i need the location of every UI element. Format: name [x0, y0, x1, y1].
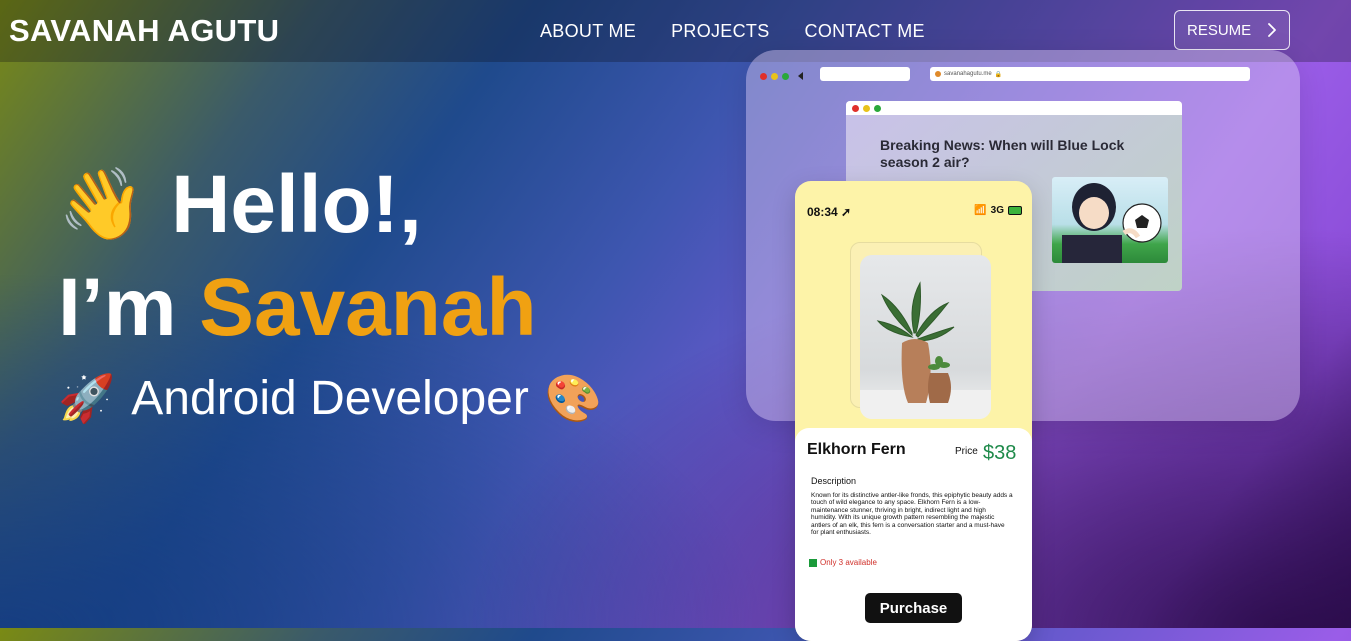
purchase-button[interactable]: Purchase	[865, 593, 962, 623]
stock-status: Only 3 available	[809, 558, 877, 567]
maximize-dot-icon	[782, 72, 789, 80]
product-image	[860, 255, 991, 419]
stock-indicator-icon	[809, 558, 817, 567]
lock-icon: 🔒	[994, 71, 1003, 78]
phone-mockup: 08:34 ➚ 📶 3G Elkhorn Fern Price $38 Desc…	[795, 181, 1032, 641]
browser-tab	[820, 67, 910, 81]
close-dot-icon	[760, 72, 767, 80]
address-bar: savanahagutu.me 🔒	[930, 67, 1250, 81]
product-name: Elkhorn Fern	[807, 441, 906, 458]
status-time: 08:34 ➚	[807, 205, 851, 219]
role-text: Android Developer	[131, 372, 529, 425]
greeting-text: Hello!,	[171, 159, 422, 250]
favicon-icon	[935, 71, 941, 77]
description-text: Known for its distinctive antler-like fr…	[811, 492, 1013, 537]
back-arrow-icon	[798, 72, 803, 80]
wifi-icon: 📶	[974, 205, 987, 216]
article-title: Breaking News: When will Blue Lock seaso…	[880, 137, 1125, 170]
nav-about-me[interactable]: ABOUT ME	[540, 21, 636, 42]
intro-text: I’m	[58, 262, 177, 353]
price-label: Price	[955, 446, 978, 457]
url-text: savanahagutu.me	[944, 71, 992, 77]
greeting-line: 👋 Hello!,	[58, 155, 602, 255]
waving-hand-icon: 👋	[58, 165, 146, 243]
hero-section: 👋 Hello!, I’m Savanah 🚀 Android Develope…	[58, 155, 602, 426]
name-line: I’m Savanah	[58, 261, 602, 373]
role-line: 🚀 Android Developer 🎨	[58, 371, 602, 426]
status-icons: 📶 3G	[974, 205, 1022, 216]
palette-icon: 🎨	[544, 372, 603, 424]
network-label: 3G	[990, 205, 1004, 216]
product-detail-panel: Elkhorn Fern Price $38 Description Known…	[795, 428, 1032, 641]
article-window-bar	[846, 101, 1182, 115]
location-arrow-icon: ➚	[841, 205, 852, 219]
description-label: Description	[811, 476, 857, 486]
product-price: $38	[983, 442, 1017, 464]
battery-icon	[1008, 206, 1022, 215]
nav-contact-me[interactable]: CONTACT ME	[805, 21, 925, 42]
main-nav: ABOUT ME PROJECTS CONTACT ME	[540, 21, 925, 42]
brand-name[interactable]: SAVANAH AGUTU	[9, 13, 279, 49]
resume-button[interactable]: RESUME	[1174, 10, 1290, 50]
chevron-right-icon	[1268, 23, 1277, 37]
resume-label: RESUME	[1187, 21, 1252, 39]
hero-name: Savanah	[199, 262, 537, 353]
window-controls	[760, 72, 805, 80]
nav-projects[interactable]: PROJECTS	[671, 21, 769, 42]
rocket-icon: 🚀	[58, 372, 116, 424]
minimize-dot-icon	[771, 72, 778, 80]
stock-text: Only 3 available	[820, 558, 877, 567]
time-text: 08:34	[807, 205, 838, 219]
article-image	[1052, 177, 1168, 263]
